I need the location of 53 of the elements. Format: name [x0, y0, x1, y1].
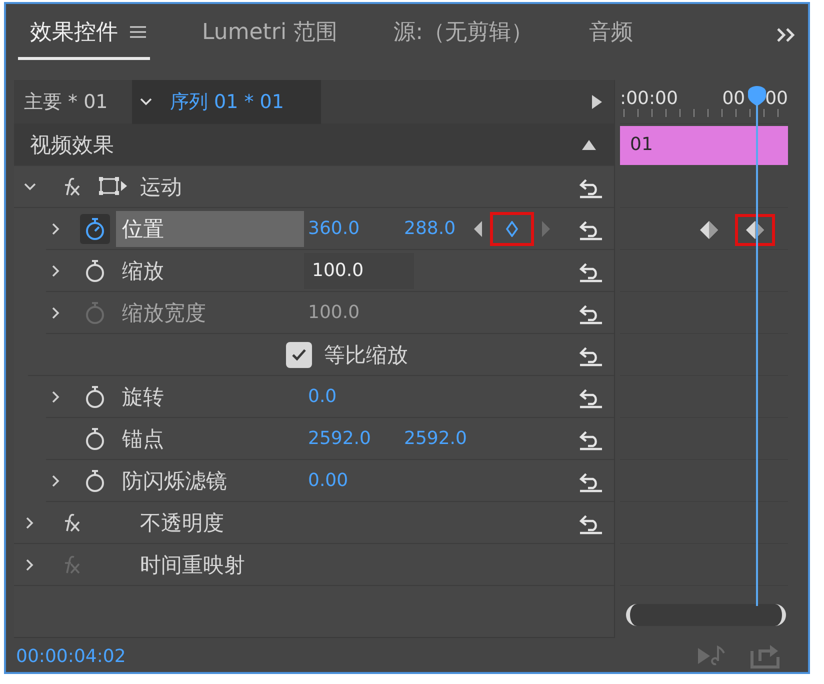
property-name[interactable]: 旋转: [116, 378, 304, 414]
previous-keyframe-icon[interactable]: [472, 220, 482, 236]
property-value[interactable]: 2592.0: [304, 428, 404, 449]
value-field[interactable]: 100.0: [304, 252, 414, 288]
ruler-time: 00: [765, 88, 788, 109]
stopwatch-icon[interactable]: [84, 384, 106, 408]
property-value[interactable]: 360.0: [304, 218, 404, 239]
playhead[interactable]: [747, 86, 767, 606]
add-keyframe-icon[interactable]: [506, 220, 518, 236]
ruler-time: 00: [722, 88, 746, 109]
chevron-right-icon[interactable]: [52, 264, 60, 276]
zoom-scrollbar[interactable]: [626, 604, 786, 626]
sequence-dropdown[interactable]: 序列 01 * 01: [132, 80, 321, 124]
section-title: 视频效果: [30, 132, 114, 158]
property-value[interactable]: 2592.0: [404, 428, 466, 449]
property-name[interactable]: 缩放: [116, 252, 304, 288]
effect-name: 不透明度: [140, 510, 224, 536]
panel-tab[interactable]: 效果控件: [30, 16, 118, 46]
property-value[interactable]: 288.0: [404, 218, 466, 239]
property-name[interactable]: 位置: [116, 210, 304, 246]
property-name[interactable]: 锚点: [116, 420, 304, 456]
panel-tab[interactable]: 源:（无剪辑）: [394, 16, 533, 46]
chevron-right-icon[interactable]: [52, 390, 60, 402]
menu-icon[interactable]: [130, 24, 146, 38]
master-clip-label[interactable]: 主要 * 01: [24, 88, 132, 114]
panel-tab[interactable]: 音频: [588, 16, 633, 46]
checkmark-icon: [291, 348, 307, 362]
chevron-down-icon: [140, 98, 152, 106]
effect-name: 运动: [140, 174, 182, 200]
play-icon[interactable]: [592, 94, 602, 108]
stopwatch-icon[interactable]: [84, 258, 106, 282]
property-value[interactable]: 0.00: [304, 470, 404, 491]
chevron-right-icon[interactable]: [52, 222, 60, 234]
property-name[interactable]: 防闪烁滤镜: [116, 462, 304, 498]
clip-bar[interactable]: 01: [620, 126, 788, 165]
keyframe-icon[interactable]: [698, 219, 720, 241]
transform-icon[interactable]: [98, 176, 128, 198]
stopwatch-icon[interactable]: [84, 426, 106, 450]
keyframe-icon[interactable]: [744, 219, 766, 241]
checkbox[interactable]: [286, 342, 312, 368]
stopwatch-icon[interactable]: [84, 468, 106, 492]
ruler-time: :00:00: [620, 88, 678, 109]
chevron-right-icon[interactable]: [26, 516, 34, 528]
chevron-right-icon[interactable]: [52, 474, 60, 486]
chevron-right-icon[interactable]: [26, 558, 34, 570]
stopwatch-icon[interactable]: [84, 216, 106, 240]
panel-tab[interactable]: Lumetri 范围: [202, 16, 338, 46]
collapse-icon[interactable]: [582, 140, 596, 150]
timecode[interactable]: 00:00:04:02: [16, 646, 126, 666]
property-value[interactable]: 0.0: [304, 386, 404, 407]
checkbox-label: 等比缩放: [324, 342, 408, 368]
chevron-down-icon[interactable]: [24, 182, 36, 190]
effect-name: 时间重映射: [140, 552, 245, 578]
